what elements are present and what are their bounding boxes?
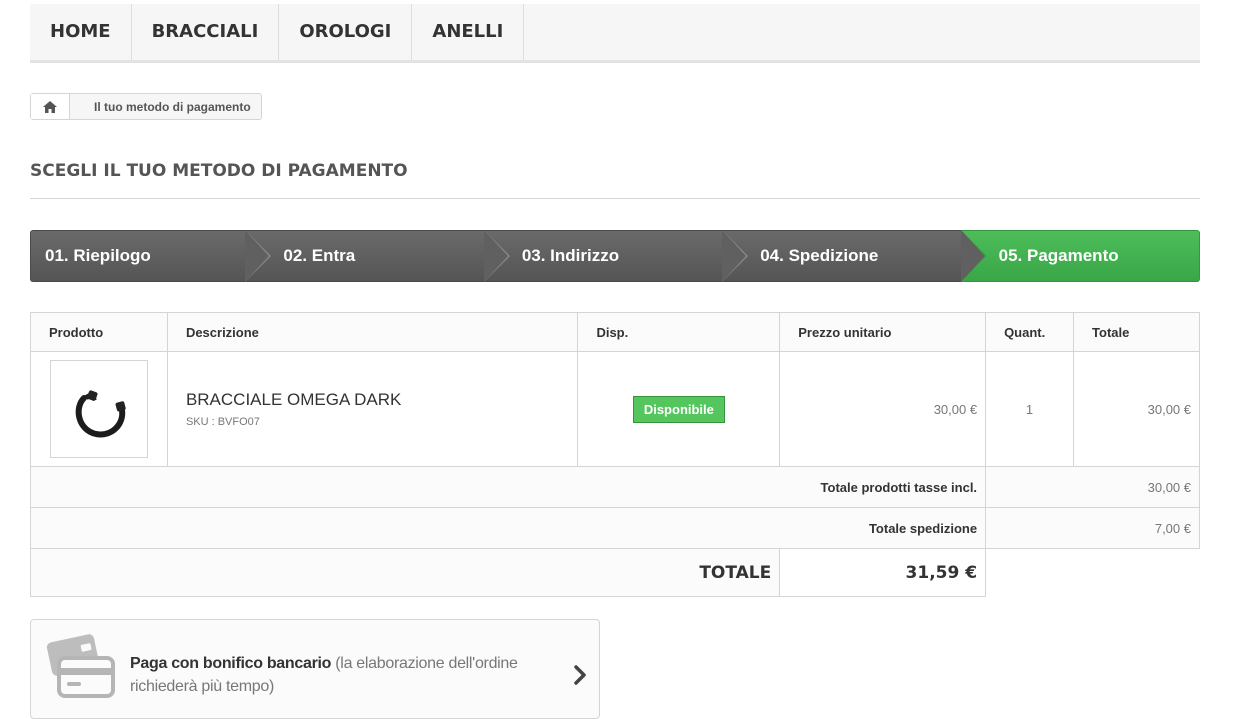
home-icon <box>43 100 57 113</box>
nav-item-orologi[interactable]: OROLOGI <box>279 4 413 60</box>
grand-total-label: TOTALE <box>29 548 781 597</box>
breadcrumb-current: Il tuo metodo di pagamento <box>94 99 251 114</box>
step-entra[interactable]: 02. Entra <box>245 230 510 282</box>
column-header-product: Prodotto <box>30 312 168 352</box>
line-total-cell: 30,00 € <box>1073 351 1200 467</box>
table-row: BRACCIALE OMEGA DARK SKU : BVFO07 Dispon… <box>30 351 1200 467</box>
products-total-row: Totale prodotti tasse incl. 30,00 € <box>29 466 1200 508</box>
grand-total-value: 31,59 € <box>779 548 987 597</box>
quantity-cell: 1 <box>985 351 1075 467</box>
step-label: 02. Entra <box>283 246 356 265</box>
chevron-right-icon <box>574 665 586 685</box>
column-header-availability: Disp. <box>577 312 781 352</box>
step-spedizione[interactable]: 04. Spedizione <box>722 230 987 282</box>
availability-badge: Disponibile <box>632 395 725 423</box>
shipping-total-label: Totale spedizione <box>29 507 987 549</box>
shipping-total-value: 7,00 € <box>985 507 1200 549</box>
step-arrow-inner <box>960 230 985 282</box>
products-total-value: 30,00 € <box>985 466 1200 508</box>
product-thumbnail[interactable] <box>49 360 148 458</box>
credit-card-icon <box>46 634 115 698</box>
table-header-row: Prodotto Descrizione Disp. Prezzo unitar… <box>30 312 1200 352</box>
product-image-cell <box>30 351 168 467</box>
nav-item-home[interactable]: HOME <box>30 4 132 60</box>
column-header-unit-price: Prezzo unitario <box>779 312 987 352</box>
nav-item-anelli[interactable]: ANELLI <box>412 4 525 60</box>
payment-option-bankwire[interactable]: Paga con bonifico bancario (la elaborazi… <box>30 619 600 719</box>
step-label: 01. Riepilogo <box>45 246 151 265</box>
unit-price-cell: 30,00 € <box>779 351 987 467</box>
step-label: 03. Indirizzo <box>521 246 620 265</box>
column-header-description: Descrizione <box>166 312 579 352</box>
grand-total-spacer <box>986 549 1200 597</box>
step-riepilogo[interactable]: 01. Riepilogo <box>30 230 272 282</box>
page-title: SCEGLI IL TUO METODO DI PAGAMENTO <box>30 161 1200 199</box>
step-pagamento[interactable]: 05. Pagamento <box>960 230 1201 282</box>
nav-item-bracciali[interactable]: BRACCIALI <box>132 4 280 60</box>
products-total-label: Totale prodotti tasse incl. <box>29 466 987 508</box>
step-arrow-inner <box>483 230 508 282</box>
breadcrumb: Il tuo metodo di pagamento <box>30 93 262 120</box>
shipping-total-row: Totale spedizione 7,00 € <box>29 507 1200 549</box>
step-arrow-inner <box>722 230 747 282</box>
step-label: 04. Spedizione <box>760 246 879 265</box>
checkout-steps: 01. Riepilogo 02. Entra 03. Indirizzo 04… <box>30 230 1201 282</box>
column-header-quantity: Quant. <box>985 312 1075 352</box>
payment-option-text: Paga con bonifico bancario (la elaborazi… <box>130 652 540 698</box>
step-indirizzo[interactable]: 03. Indirizzo <box>483 230 749 282</box>
cart-summary-table: Prodotto Descrizione Disp. Prezzo unitar… <box>29 312 1200 597</box>
step-label: 05. Pagamento <box>998 246 1119 265</box>
top-navigation: HOME BRACCIALI OROLOGI ANELLI <box>30 4 1200 63</box>
product-name[interactable]: BRACCIALE OMEGA DARK <box>186 390 577 410</box>
step-arrow-inner <box>245 230 270 282</box>
product-sku: SKU : BVFO07 <box>185 416 260 428</box>
payment-option-title: Paga con bonifico bancario <box>130 655 332 672</box>
breadcrumb-home-link[interactable] <box>31 94 70 119</box>
grand-total-row: TOTALE 31,59 € <box>29 548 1200 597</box>
product-description-cell: BRACCIALE OMEGA DARK SKU : BVFO07 <box>166 351 579 467</box>
bracelet-image <box>75 390 126 438</box>
column-header-total: Totale <box>1073 312 1200 352</box>
availability-cell: Disponibile <box>577 351 781 467</box>
